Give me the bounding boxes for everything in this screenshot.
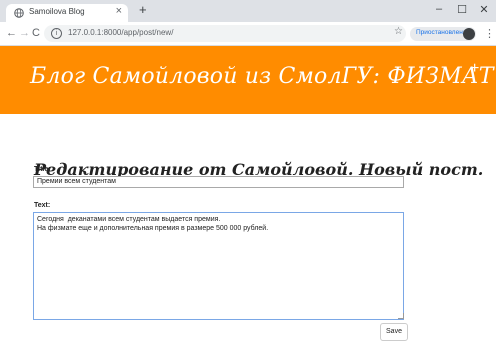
close-window-icon[interactable]: ✕ [477, 3, 491, 16]
blog-title[interactable]: Блог Самойловой из СмолГУ: ФИЗМАТ [30, 64, 494, 89]
new-tab-button[interactable]: + [139, 2, 147, 17]
address-bar[interactable]: i 127.0.0.1:8000/app/post/new/ [44, 25, 406, 42]
maximize-icon[interactable]: ☐ [455, 3, 469, 16]
back-icon[interactable]: ← [6, 27, 17, 39]
menu-icon[interactable]: ⋮ [484, 27, 495, 40]
title-input[interactable]: Премии всем студентам [33, 176, 404, 188]
resize-handle[interactable] [398, 313, 404, 319]
profile-status: Приостановлена [416, 29, 467, 36]
globe-icon [14, 8, 24, 18]
add-post-icon[interactable]: + [470, 60, 479, 78]
save-button[interactable]: Save [380, 323, 408, 341]
url-text[interactable]: 127.0.0.1:8000/app/post/new/ [68, 28, 173, 37]
profile-button[interactable]: Приостановлена [410, 27, 476, 41]
page-header: Блог Самойловой из СмолГУ: ФИЗМАТ + [0, 46, 496, 114]
site-info-icon[interactable]: i [51, 28, 62, 39]
minimize-icon[interactable]: – [432, 3, 446, 15]
browser-toolbar: ← → C i 127.0.0.1:8000/app/post/new/ ☆ П… [0, 22, 496, 46]
tab-title: Samoilova Blog [29, 7, 85, 16]
text-area[interactable]: Сегодня деканатами всем студентам выдает… [33, 212, 404, 320]
browser-tab[interactable]: Samoilova Blog × [6, 4, 128, 22]
reload-icon[interactable]: C [32, 27, 40, 39]
text-label: Text: [34, 202, 51, 209]
avatar [463, 28, 475, 40]
tab-strip: Samoilova Blog × + – ☐ ✕ [0, 0, 496, 22]
bookmark-star-icon[interactable]: ☆ [394, 26, 403, 37]
forward-icon[interactable]: → [19, 27, 30, 39]
title-label: Title: [34, 166, 51, 173]
tab-close-icon[interactable]: × [116, 5, 122, 17]
